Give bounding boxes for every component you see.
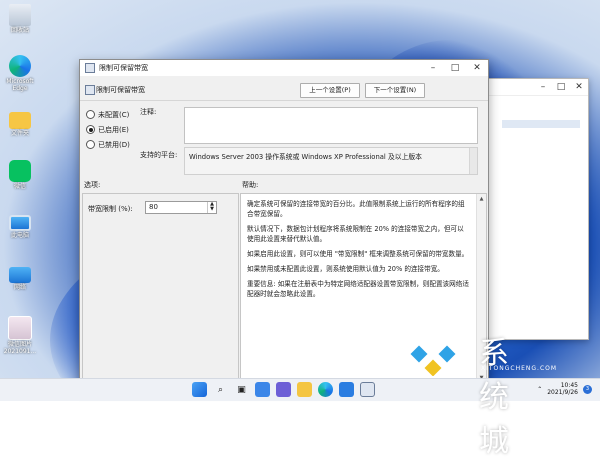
minimize-button[interactable]: –: [422, 60, 444, 76]
help-label: 帮助:: [242, 181, 259, 189]
radio-circle: [86, 125, 95, 134]
radio-circle: [86, 140, 95, 149]
network-icon: [9, 267, 31, 283]
maximize-icon[interactable]: □: [552, 79, 570, 95]
bandwidth-limit-value: 80: [149, 203, 158, 211]
options-label: 选项:: [84, 181, 101, 189]
help-paragraph: 如果禁用或未配置此设置，则系统使用默认值为 20% 的连接带宽。: [247, 265, 444, 273]
clock[interactable]: 10:45 2021/9/26: [547, 382, 578, 396]
radio-enabled[interactable]: 已启用(E): [86, 122, 130, 137]
system-tray: ⌃ 10:45 2021/9/26 3: [537, 382, 592, 396]
supported-on-field: Windows Server 2003 操作系统或 Windows XP Pro…: [184, 147, 478, 175]
watermark-text: 系统城: [479, 336, 511, 459]
edge-icon: [9, 55, 31, 77]
spin-arrows[interactable]: ▲ ▼: [207, 202, 216, 213]
chevron-down-icon[interactable]: ▼: [208, 207, 216, 212]
file-explorer-icon[interactable]: [297, 382, 312, 397]
help-paragraph: 默认情况下，数据包计划程序将系统限制在 20% 的连接带宽之内，但可以使用此设置…: [247, 225, 464, 243]
notification-badge[interactable]: 3: [583, 384, 592, 394]
watermark-logo-icon: [410, 332, 456, 376]
setting-name: 限制可保留带宽: [96, 86, 145, 94]
comment-label: 注释:: [140, 108, 157, 116]
scroll-up-icon[interactable]: ▲: [478, 196, 485, 203]
desktop-icon-image-file[interactable]: 微信图片 2021091...: [2, 316, 38, 355]
supported-scrollbar[interactable]: [469, 148, 477, 174]
supported-on-value: Windows Server 2003 操作系统或 Windows XP Pro…: [189, 153, 422, 161]
next-setting-button[interactable]: 下一个设置(N): [365, 83, 425, 98]
background-window-titlebar: – □ ✕: [478, 79, 588, 96]
help-paragraph: 如果启用此设置，则可以使用 "带宽限制" 框来调整系统可保留的带宽数量。: [247, 250, 469, 258]
chevron-up-icon[interactable]: ⌃: [537, 386, 542, 393]
task-view-icon[interactable]: ▣: [234, 382, 249, 397]
bandwidth-limit-stepper[interactable]: 80 ▲ ▼: [145, 201, 217, 214]
desktop-icon-recycle-bin[interactable]: 回收站: [2, 4, 38, 34]
divider: [80, 100, 488, 101]
taskbar-icons: ⌕ ▣: [192, 382, 375, 397]
dialog-title: 限制可保留带宽: [99, 64, 148, 72]
watermark-url: XITONGCHENG.COM: [481, 365, 558, 372]
help-paragraph: 确定系统可保留的连接带宽的百分比。此值限制系统上运行的所有程序的组合带宽保留。: [247, 200, 465, 218]
bandwidth-limit-label: 带宽限制 (%):: [88, 205, 133, 213]
store-icon[interactable]: [339, 382, 354, 397]
widgets-icon[interactable]: [255, 382, 270, 397]
background-window-selection: [502, 120, 580, 128]
policy-icon: [85, 63, 95, 73]
recycle-bin-icon: [9, 4, 31, 26]
background-window[interactable]: – □ ✕: [477, 78, 589, 340]
desktop-icon-wechat[interactable]: 微信: [2, 160, 38, 190]
desktop-icon-network[interactable]: 网络: [2, 264, 38, 291]
wechat-icon: [9, 160, 31, 182]
setting-header: 限制可保留带宽: [80, 82, 488, 98]
desktop-icon-computer[interactable]: 此电脑: [2, 212, 38, 239]
radio-not-configured[interactable]: 未配置(C): [86, 107, 130, 122]
desktop-icon-folder[interactable]: 文件夹: [2, 108, 38, 137]
desktop-icon-edge[interactable]: Microsoft Edge: [2, 55, 38, 92]
policy-icon: [85, 85, 95, 95]
help-text: 确定系统可保留的连接带宽的百分比。此值限制系统上运行的所有程序的组合带宽保留。 …: [247, 199, 469, 304]
folder-icon: [9, 112, 31, 129]
minimize-icon[interactable]: –: [534, 79, 552, 95]
dialog-titlebar: 限制可保留带宽 – □ ✕: [80, 60, 488, 76]
start-icon[interactable]: [192, 382, 207, 397]
close-icon[interactable]: ✕: [570, 79, 588, 95]
maximize-button[interactable]: □: [444, 60, 466, 76]
options-pane: 带宽限制 (%): 80 ▲ ▼: [82, 193, 239, 385]
chat-icon[interactable]: [276, 382, 291, 397]
radio-circle: [86, 110, 95, 119]
edge-icon[interactable]: [318, 382, 333, 397]
state-radio-group: 未配置(C) 已启用(E) 已禁用(D): [86, 107, 130, 152]
computer-icon: [9, 215, 31, 231]
close-button[interactable]: ✕: [466, 60, 488, 76]
supported-on-label: 支持的平台:: [140, 151, 178, 159]
radio-disabled[interactable]: 已禁用(D): [86, 137, 130, 152]
search-icon[interactable]: ⌕: [213, 382, 228, 397]
help-paragraph: 重要信息: 如果在注册表中为特定网络适配器设置带宽限制，则配置该网络适配器时就会…: [247, 280, 469, 298]
comment-textarea[interactable]: [184, 107, 478, 144]
previous-setting-button[interactable]: 上一个设置(P): [300, 83, 360, 98]
image-file-icon: [8, 316, 32, 340]
policy-editor-icon[interactable]: [360, 382, 375, 397]
